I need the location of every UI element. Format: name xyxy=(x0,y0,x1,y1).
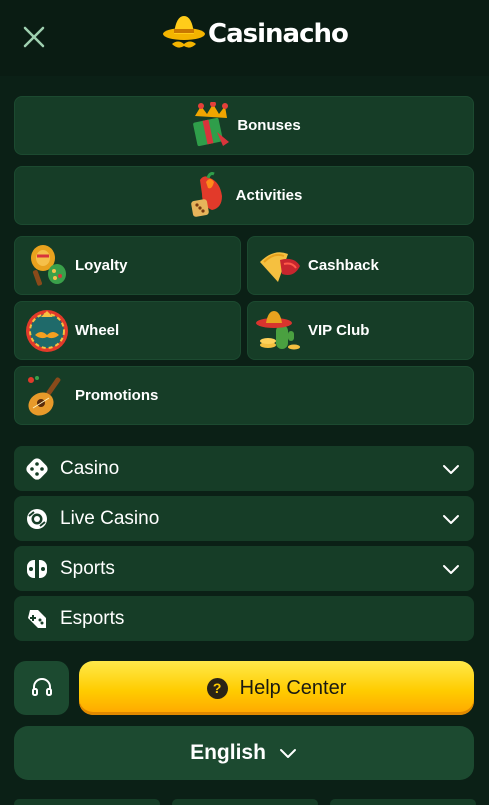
nav-section-label: Live Casino xyxy=(60,507,160,529)
chevron-down-icon[interactable] xyxy=(440,508,462,530)
nav-section-live-casino[interactable]: Live Casino xyxy=(14,496,474,541)
nav-section-casino[interactable]: Casino xyxy=(14,446,474,491)
help-center-label: Help Center xyxy=(239,676,347,699)
menu-tile-promotions[interactable]: Promotions xyxy=(14,366,474,425)
bottom-item-stub xyxy=(330,799,476,805)
ball-icon xyxy=(27,559,47,578)
nav-section-label: Casino xyxy=(60,457,120,479)
menu-tile-loyalty[interactable]: Loyalty xyxy=(14,236,241,295)
chevron-down-icon[interactable] xyxy=(440,458,462,480)
chili-dice-icon xyxy=(190,171,222,217)
menu-tile-cashback[interactable]: Cashback xyxy=(247,236,474,295)
menu-tile-label: Promotions xyxy=(75,387,159,404)
nachos-icon xyxy=(260,251,300,282)
nav-section-sports[interactable]: Sports xyxy=(14,546,474,591)
support-button[interactable] xyxy=(14,661,69,715)
logo-text: Casinacho xyxy=(208,19,349,49)
gift-box-icon xyxy=(193,101,230,146)
help-center-button[interactable]: ? Help Center xyxy=(79,661,474,715)
menu-tile-label: Cashback xyxy=(308,257,379,274)
menu-tile-label: Wheel xyxy=(75,322,120,339)
headset-icon xyxy=(31,678,52,696)
bottom-item-stub xyxy=(14,799,160,805)
close-icon[interactable] xyxy=(20,23,48,51)
sombrero-cactus-icon xyxy=(256,310,300,349)
chip-icon xyxy=(27,508,47,529)
menu-tile-label: Loyalty xyxy=(75,257,128,274)
guitar-icon xyxy=(28,375,61,416)
menu-tile-bonuses[interactable]: Bonuses xyxy=(14,96,474,155)
chevron-down-icon xyxy=(279,749,296,758)
menu-tile-vip-club[interactable]: VIP Club xyxy=(247,301,474,360)
mustache-wheel-icon xyxy=(26,309,68,352)
maracas-icon xyxy=(31,244,66,286)
nav-section-label: Esports xyxy=(60,607,125,629)
bottom-item-stub xyxy=(172,799,318,805)
dice-icon xyxy=(26,457,48,480)
nav-section-label: Sports xyxy=(60,557,115,579)
gamepad-icon xyxy=(28,609,46,628)
menu-tile-wheel[interactable]: Wheel xyxy=(14,301,241,360)
menu-tile-label: Activities xyxy=(235,187,303,204)
menu-tile-activities[interactable]: Activities xyxy=(14,166,474,225)
language-label: English xyxy=(190,741,266,764)
sombrero-logo-icon xyxy=(163,16,205,48)
language-selector[interactable]: English xyxy=(14,726,474,780)
header: Casinacho xyxy=(0,0,489,76)
nav-section-esports[interactable]: Esports xyxy=(14,596,474,641)
menu-tile-label: Bonuses xyxy=(237,117,301,134)
chevron-down-icon[interactable] xyxy=(440,558,462,580)
question-icon: ? xyxy=(206,677,228,699)
logo[interactable]: Casinacho xyxy=(162,12,349,56)
menu-tile-label: VIP Club xyxy=(308,322,370,339)
